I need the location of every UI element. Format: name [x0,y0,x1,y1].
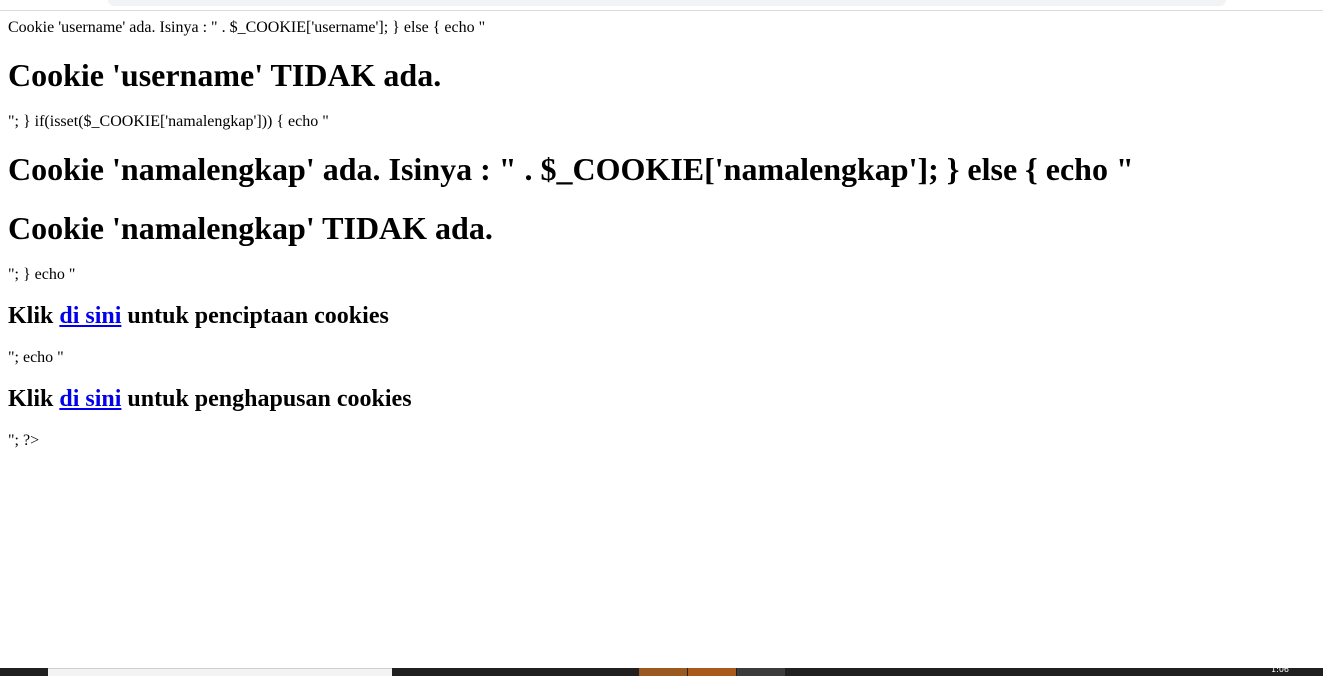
create-cookies-heading: Klik di sini untuk penciptaan cookies [8,302,1308,330]
code-text-line-3: "; } echo " [8,266,76,283]
taskbar-app-2[interactable] [688,668,736,676]
delete-cookies-link[interactable]: di sini [59,386,121,412]
taskbar: 1:06 [0,665,1323,676]
delete-prefix: Klik [8,386,60,412]
taskbar-app-1[interactable] [639,668,687,676]
heading-namalengkap-missing: Cookie 'namalengkap' TIDAK ada. [8,210,493,246]
code-text-line-5: "; ?> [8,432,40,449]
create-cookies-link[interactable]: di sini [59,303,121,329]
taskbar-search-box[interactable] [48,668,392,676]
heading-username-missing: Cookie 'username' TIDAK ada. [8,57,442,93]
taskbar-clock: 1:06 [1271,665,1289,674]
delete-suffix: untuk penghapusan cookies [121,386,412,412]
code-text-line-4: "; echo " [8,349,64,366]
taskbar-app-3[interactable] [737,668,785,676]
create-suffix: untuk penciptaan cookies [121,303,389,329]
browser-menu-icon[interactable]: ·· [1305,0,1317,5]
page-content: Cookie 'username' ada. Isinya : " . $_CO… [8,11,1308,450]
code-text-line-2: "; } if(isset($_COOKIE['namalengkap'])) … [8,113,329,130]
browser-top-strip: ·· [0,0,1323,11]
create-prefix: Klik [8,303,60,329]
heading-namalengkap-present: Cookie 'namalengkap' ada. Isinya : " . $… [8,151,1134,187]
code-text-line-1: Cookie 'username' ada. Isinya : " . $_CO… [8,19,486,36]
delete-cookies-heading: Klik di sini untuk penghapusan cookies [8,385,1308,413]
address-bar[interactable] [108,0,1226,6]
